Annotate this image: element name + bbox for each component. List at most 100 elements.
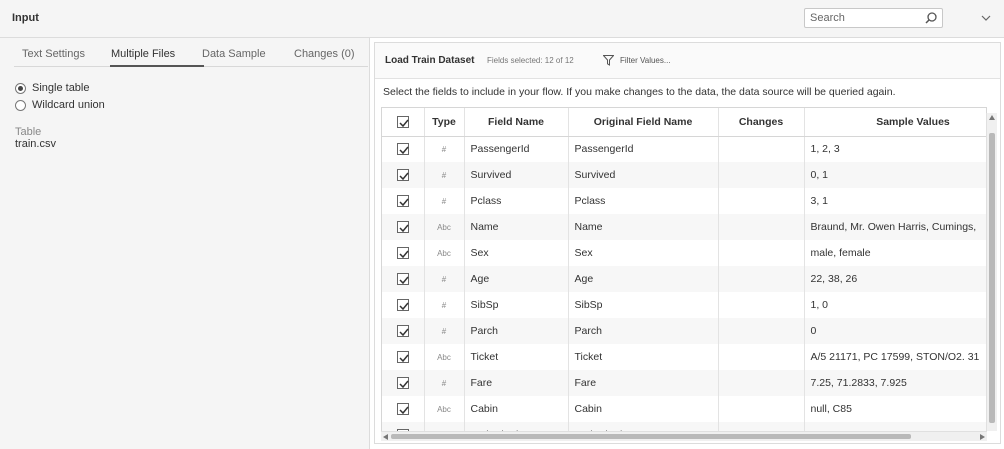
column-header-field-name[interactable]: Field Name	[464, 108, 569, 137]
table-row[interactable]: # Age Age 22, 38, 26	[382, 266, 986, 292]
dataset-header: Load Train Dataset Fields selected: 12 o…	[375, 43, 1000, 79]
field-checkbox[interactable]	[396, 169, 409, 182]
option-wildcard-union[interactable]: Wildcard union	[15, 98, 105, 112]
filter-values-button[interactable]: Filter Values...	[620, 56, 671, 65]
tab-changes[interactable]: Changes (0)	[294, 48, 355, 60]
filter-icon[interactable]	[603, 55, 614, 66]
vertical-scrollbar[interactable]	[986, 113, 997, 431]
option-single-table[interactable]: Single table	[15, 81, 90, 95]
row-select-cell[interactable]	[382, 344, 425, 370]
column-header-original-field-name[interactable]: Original Field Name	[568, 108, 719, 137]
column-header-type[interactable]: Type	[424, 108, 465, 137]
original-field-name-cell: Ticket	[568, 344, 719, 370]
sample-values-cell: Braund, Mr. Owen Harris, Cumings,	[804, 214, 986, 240]
radio-button-checked[interactable]	[15, 82, 26, 94]
table-row[interactable]: Abc Name Name Braund, Mr. Owen Harris, Cumi…	[382, 214, 986, 240]
field-type-icon: #	[424, 292, 465, 318]
field-checkbox[interactable]	[396, 273, 409, 286]
panel-title: Input	[12, 12, 39, 24]
field-checkbox[interactable]	[396, 247, 409, 260]
field-type-icon: Abc	[424, 240, 465, 266]
field-name-cell[interactable]: Ticket	[464, 344, 569, 370]
original-field-name-cell: Parch	[568, 318, 719, 344]
row-select-cell[interactable]	[382, 292, 425, 318]
horizontal-scroll-thumb[interactable]	[391, 434, 911, 439]
field-type-icon: Abc	[424, 344, 465, 370]
original-field-name-cell: Cabin	[568, 396, 719, 422]
sample-values-cell: 0	[804, 318, 986, 344]
row-select-cell[interactable]	[382, 396, 425, 422]
select-all-cell[interactable]	[382, 108, 425, 137]
table-row[interactable]: Abc Sex Sex male, female	[382, 240, 986, 266]
row-select-cell[interactable]	[382, 214, 425, 240]
table-row[interactable]: # Fare Fare 7.25, 71.2833, 7.925	[382, 370, 986, 396]
active-tab-indicator	[110, 65, 204, 67]
row-select-cell[interactable]	[382, 370, 425, 396]
table-row[interactable]: # SibSp SibSp 1, 0	[382, 292, 986, 318]
field-name-cell[interactable]: Age	[464, 266, 569, 292]
row-select-cell[interactable]	[382, 240, 425, 266]
fields-table: Type Field Name Original Field Name Chan…	[381, 107, 987, 432]
dataset-title: Load Train Dataset	[385, 55, 475, 66]
field-name-cell[interactable]: Survived	[464, 162, 569, 188]
sample-values-cell: 7.25, 71.2833, 7.925	[804, 370, 986, 396]
scroll-left-icon[interactable]	[383, 434, 388, 440]
table-row[interactable]: Abc Cabin Cabin null, C85	[382, 396, 986, 422]
table-row[interactable]: # Parch Parch 0	[382, 318, 986, 344]
column-header-changes[interactable]: Changes	[718, 108, 805, 137]
tab-multiple-files[interactable]: Multiple Files	[111, 48, 175, 60]
field-name-cell[interactable]: Name	[464, 214, 569, 240]
field-checkbox[interactable]	[396, 195, 409, 208]
changes-cell	[718, 344, 805, 370]
table-row[interactable]: Abc Ticket Ticket A/5 21171, PC 17599, STON…	[382, 344, 986, 370]
row-select-cell[interactable]	[382, 266, 425, 292]
sample-values-cell: 22, 38, 26	[804, 266, 986, 292]
row-select-cell[interactable]	[382, 188, 425, 214]
sample-values-cell: 0, 1	[804, 162, 986, 188]
row-select-cell[interactable]	[382, 136, 425, 162]
original-field-name-cell: Age	[568, 266, 719, 292]
field-checkbox[interactable]	[396, 377, 409, 390]
column-header-sample-values[interactable]: Sample Values	[804, 108, 986, 137]
fields-selected-count: Fields selected: 12 of 12	[487, 56, 574, 65]
field-name-cell[interactable]: PassengerId	[464, 136, 569, 162]
search-input[interactable]	[805, 9, 915, 27]
field-checkbox[interactable]	[396, 325, 409, 338]
field-checkbox[interactable]	[396, 403, 409, 416]
table-label: Table	[15, 126, 42, 138]
vertical-scroll-thumb[interactable]	[989, 133, 995, 423]
search-icon[interactable]	[924, 11, 938, 25]
field-name-cell[interactable]: Cabin	[464, 396, 569, 422]
row-select-cell[interactable]	[382, 162, 425, 188]
field-name-cell[interactable]: Pclass	[464, 188, 569, 214]
field-checkbox[interactable]	[396, 351, 409, 364]
table-row[interactable]: # Pclass Pclass 3, 1	[382, 188, 986, 214]
right-panel: Load Train Dataset Fields selected: 12 o…	[374, 42, 1001, 444]
tab-data-sample[interactable]: Data Sample	[202, 48, 266, 60]
scroll-up-icon[interactable]	[989, 115, 995, 120]
original-field-name-cell: Pclass	[568, 188, 719, 214]
field-type-icon: Abc	[424, 214, 465, 240]
field-name-cell[interactable]: Fare	[464, 370, 569, 396]
row-select-cell[interactable]	[382, 318, 425, 344]
left-panel: Text Settings Multiple Files Data Sample…	[0, 38, 370, 449]
field-name-cell[interactable]: Sex	[464, 240, 569, 266]
field-checkbox[interactable]	[396, 143, 409, 156]
table-row[interactable]: # Survived Survived 0, 1	[382, 162, 986, 188]
tab-text-settings[interactable]: Text Settings	[22, 48, 85, 60]
original-field-name-cell: PassengerId	[568, 136, 719, 162]
search-box[interactable]	[804, 8, 943, 28]
option-label: Single table	[32, 82, 90, 94]
scroll-right-icon[interactable]	[980, 434, 985, 440]
field-type-icon: #	[424, 318, 465, 344]
radio-button[interactable]	[15, 99, 26, 111]
top-header: Input	[0, 0, 1004, 38]
chevron-down-icon[interactable]	[980, 12, 992, 24]
select-all-checkbox[interactable]	[396, 115, 409, 128]
field-name-cell[interactable]: Parch	[464, 318, 569, 344]
horizontal-scrollbar[interactable]	[381, 431, 987, 441]
field-name-cell[interactable]: SibSp	[464, 292, 569, 318]
table-row[interactable]: # PassengerId PassengerId 1, 2, 3	[382, 136, 986, 162]
field-checkbox[interactable]	[396, 299, 409, 312]
field-checkbox[interactable]	[396, 221, 409, 234]
